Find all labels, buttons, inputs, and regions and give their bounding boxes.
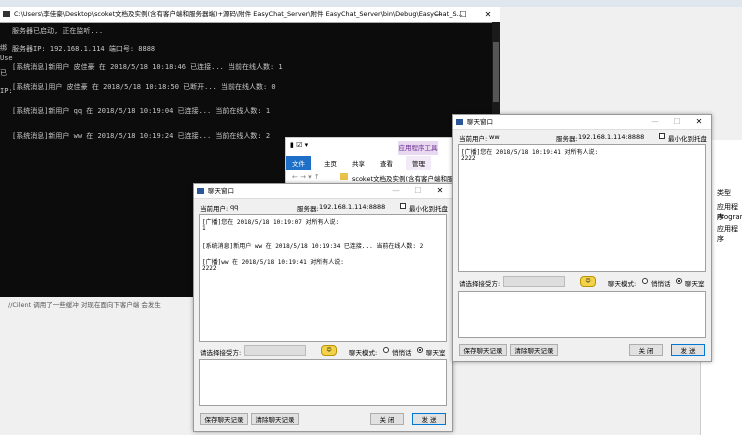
chat-window-icon bbox=[456, 119, 463, 125]
maximize-icon[interactable]: ☐ bbox=[451, 7, 475, 22]
close-button[interactable]: 关 闭 bbox=[629, 344, 663, 356]
context-tab-header: 应用程序工具 bbox=[398, 141, 438, 155]
console-title-bar[interactable]: C:\Users\李佳豪\Desktop\scoket文档及实例(含有客户端和服… bbox=[0, 7, 500, 23]
minimize-icon[interactable]: — bbox=[643, 115, 667, 129]
explorer-toolbar: ▮ ☑ ▾ bbox=[290, 141, 309, 149]
chat-title: 聊天窗口 bbox=[467, 118, 493, 126]
mode-private-radio[interactable] bbox=[642, 278, 648, 284]
message-line: 2222 bbox=[202, 265, 217, 272]
close-icon[interactable]: ✕ bbox=[687, 115, 711, 129]
side-fragment: Use bbox=[0, 54, 13, 62]
message-line: 2222 bbox=[461, 155, 476, 162]
mode-room-radio[interactable] bbox=[417, 347, 423, 353]
side-fragment: 绑 bbox=[0, 44, 7, 52]
chat-title-bar[interactable]: 聊天窗口 — ☐ ✕ bbox=[453, 115, 711, 130]
chat-title: 聊天窗口 bbox=[208, 187, 234, 195]
background-code-note: //Cilent 调用了一些缓冲 对现在面向下客户端 会发生 bbox=[8, 301, 161, 309]
message-line: [广播]您在 2018/5/18 10:19:41 对所有人说: bbox=[461, 149, 599, 156]
send-button[interactable]: 发 送 bbox=[412, 413, 446, 425]
tab-home[interactable]: 主页 bbox=[318, 156, 343, 170]
save-history-button[interactable]: 保存聊天记录 bbox=[459, 344, 507, 356]
chat-window-ww[interactable]: 聊天窗口 — ☐ ✕ 当前用户: ww 服务器: 192.168.1.114:8… bbox=[452, 114, 712, 362]
close-icon[interactable]: ✕ bbox=[428, 184, 452, 198]
select-recipient-label: 请选择接受方: bbox=[459, 280, 501, 288]
mode-room-radio[interactable] bbox=[676, 278, 682, 284]
message-line: 1 bbox=[202, 225, 206, 232]
message-history[interactable]: [广播]您在 2018/5/18 10:19:41 对所有人说: 2222 bbox=[458, 144, 706, 272]
tab-view[interactable]: 查看 bbox=[374, 156, 399, 170]
send-button[interactable]: 发 送 bbox=[671, 344, 705, 356]
message-line: [广播]ww 在 2018/5/18 10:19:41 对所有人说: bbox=[202, 259, 344, 266]
message-line: [广播]您在 2018/5/18 10:19:07 对所有人说: bbox=[202, 219, 340, 226]
chat-title-bar[interactable]: 聊天窗口 — ☐ ✕ bbox=[194, 184, 452, 199]
mode-room-label: 聊天室 bbox=[426, 349, 446, 357]
mode-private-radio[interactable] bbox=[383, 347, 389, 353]
server-label: 服务器: bbox=[556, 135, 578, 143]
chat-mode-label: 聊天模式: bbox=[608, 280, 637, 288]
clear-history-button[interactable]: 清除聊天记录 bbox=[510, 344, 558, 356]
current-user-value: qq bbox=[230, 203, 239, 211]
save-history-button[interactable]: 保存聊天记录 bbox=[200, 413, 248, 425]
chat-window-icon bbox=[197, 188, 204, 194]
select-recipient-label: 请选择接受方: bbox=[200, 349, 242, 357]
message-line: [系统消息]新用户 ww 在 2018/5/18 10:19:34 已连接...… bbox=[202, 243, 424, 250]
column-header: 类型 bbox=[717, 189, 731, 197]
minimize-tray-checkbox[interactable] bbox=[400, 203, 406, 209]
tab-file[interactable]: 文件 bbox=[286, 156, 311, 170]
mode-private-label: 悄悄话 bbox=[651, 280, 671, 288]
console-title: C:\Users\李佳豪\Desktop\scoket文档及实例(含有客户端和服… bbox=[14, 10, 463, 18]
recipient-select[interactable] bbox=[503, 276, 565, 287]
close-icon[interactable]: ✕ bbox=[476, 7, 500, 22]
console-line: 服务器IP: 192.168.1.114 端口号: 8888 bbox=[12, 45, 156, 53]
mode-room-label: 聊天室 bbox=[685, 280, 705, 288]
list-item: 应用程序 bbox=[717, 225, 738, 243]
server-value: 192.168.1.114:8888 bbox=[578, 133, 645, 141]
address-path[interactable]: scoket文档及实例(含有客户端和服 bbox=[352, 173, 454, 183]
folder-icon bbox=[340, 173, 348, 180]
current-user-label: 当前用户: bbox=[459, 135, 488, 143]
message-input[interactable] bbox=[199, 359, 447, 406]
recipient-select[interactable] bbox=[244, 345, 306, 356]
nav-arrows[interactable]: ← → ▾ ↑ bbox=[292, 173, 320, 181]
console-line: [系统消息]新用户 皮佳豪 在 2018/5/18 10:18:46 已连接..… bbox=[12, 63, 283, 71]
message-history[interactable]: [广播]您在 2018/5/18 10:19:07 对所有人说: 1 [系统消息… bbox=[199, 214, 447, 342]
clear-history-button[interactable]: 清除聊天记录 bbox=[251, 413, 299, 425]
minimize-tray-checkbox[interactable] bbox=[659, 133, 665, 139]
mode-private-label: 悄悄话 bbox=[392, 349, 412, 357]
desktop-top-strip bbox=[0, 0, 742, 7]
chat-mode-label: 聊天模式: bbox=[349, 349, 378, 357]
message-input[interactable] bbox=[458, 291, 706, 338]
console-line: 服务器已启动, 正在监听... bbox=[12, 27, 104, 35]
emoji-icon[interactable]: ☺ bbox=[321, 345, 337, 356]
minimize-tray-label: 最小化到托盘 bbox=[668, 135, 707, 143]
console-line: [系统消息]用户 皮佳豪 在 2018/5/18 10:18:50 已断开...… bbox=[12, 83, 276, 91]
tab-share[interactable]: 共享 bbox=[346, 156, 371, 170]
list-item: Program bbox=[717, 213, 742, 221]
server-value: 192.168.1.114:8888 bbox=[319, 203, 386, 211]
emoji-icon[interactable]: ☺ bbox=[580, 276, 596, 287]
tab-manage[interactable]: 管理 bbox=[406, 156, 431, 170]
chat-window-qq[interactable]: 聊天窗口 — ☐ ✕ 当前用户: qq 服务器: 192.168.1.114:8… bbox=[193, 183, 453, 432]
minimize-tray-label: 最小化到托盘 bbox=[409, 205, 448, 213]
maximize-icon[interactable]: ☐ bbox=[406, 184, 430, 198]
minimize-icon[interactable]: — bbox=[384, 184, 408, 198]
server-label: 服务器: bbox=[297, 205, 319, 213]
side-fragment: IP: bbox=[0, 87, 13, 95]
side-fragment: 已 bbox=[0, 69, 7, 77]
console-line: [系统消息]新用户 qq 在 2018/5/18 10:19:04 已连接...… bbox=[12, 107, 271, 115]
close-button[interactable]: 关 闭 bbox=[370, 413, 404, 425]
console-icon bbox=[3, 11, 10, 17]
current-user-label: 当前用户: bbox=[200, 205, 229, 213]
console-line: [系统消息]新用户 ww 在 2018/5/18 10:19:24 已连接...… bbox=[12, 132, 271, 140]
maximize-icon[interactable]: ☐ bbox=[665, 115, 689, 129]
current-user-value: ww bbox=[489, 133, 500, 141]
console-scroll-thumb[interactable] bbox=[493, 42, 499, 102]
minimize-icon[interactable]: — bbox=[426, 7, 450, 22]
